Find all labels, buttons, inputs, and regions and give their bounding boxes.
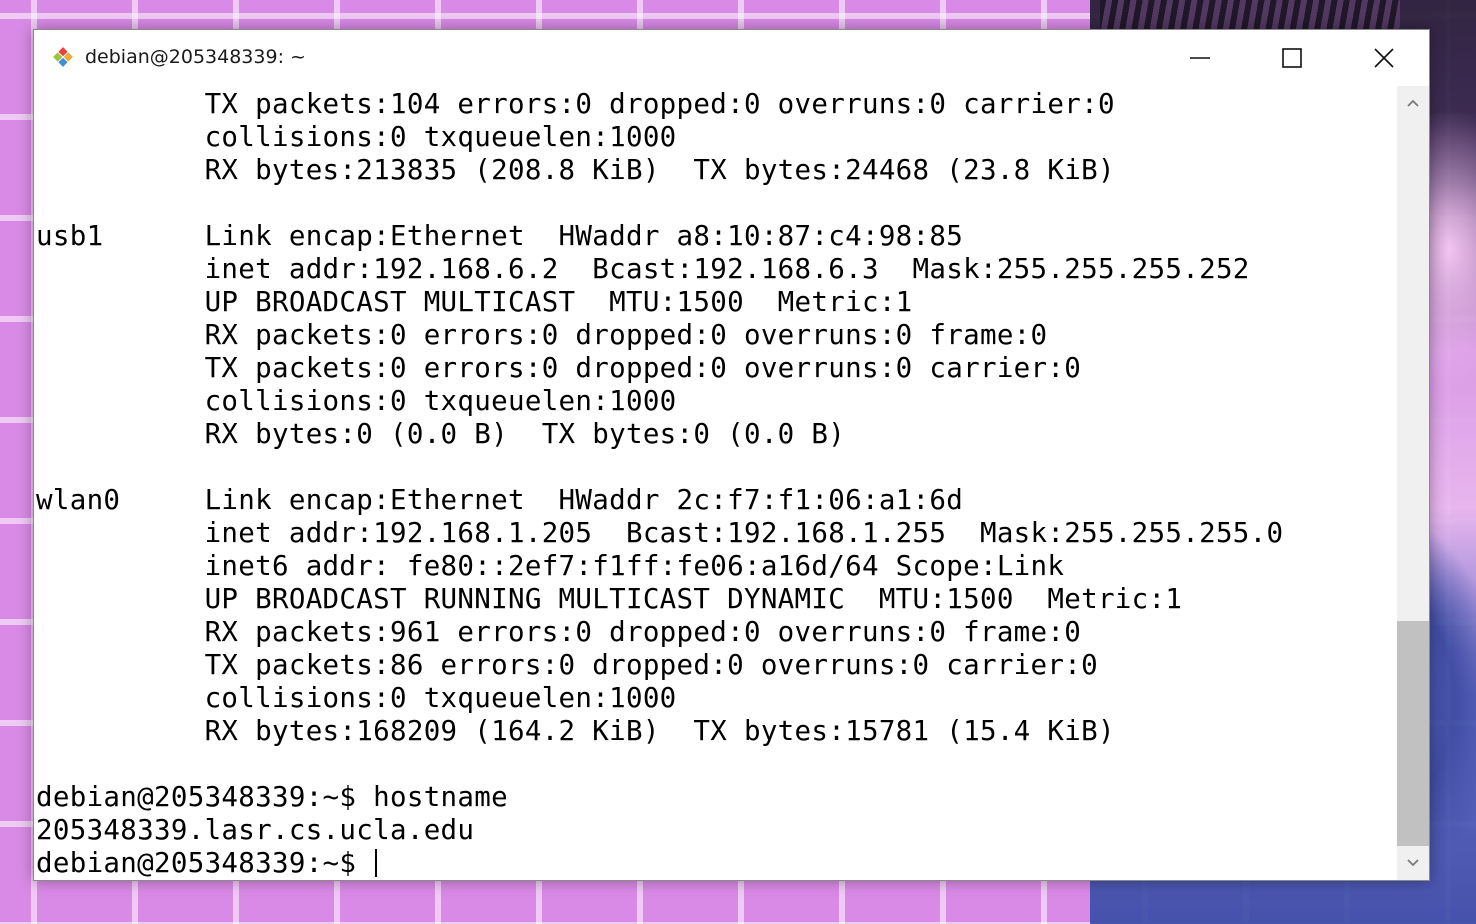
window-title: debian@205348339: ~ [85,46,306,68]
terminal-window[interactable]: debian@205348339: ~ TX packets:104 error… [33,29,1430,881]
minimize-icon [1190,57,1210,59]
terminal-line: collisions:0 txqueuelen:1000 [36,121,677,153]
terminal-line: TX packets:104 errors:0 dropped:0 overru… [36,88,1115,120]
scroll-down-button[interactable] [1397,846,1429,880]
terminal-line: TX packets:0 errors:0 dropped:0 overruns… [36,352,1082,384]
terminal-line: TX packets:86 errors:0 dropped:0 overrun… [36,649,1098,681]
shell-prompt: debian@205348339:~$ [36,847,374,879]
terminal-line: inet addr:192.168.6.2 Bcast:192.168.6.3 … [36,253,1250,285]
close-icon [1374,48,1394,68]
maximize-icon [1282,48,1302,68]
terminal-line: RX bytes:168209 (164.2 KiB) TX bytes:157… [36,715,1115,747]
terminal-line: RX bytes:213835 (208.8 KiB) TX bytes:244… [36,154,1115,186]
chevron-down-icon [1407,859,1419,867]
terminal-line: inet6 addr: fe80::2ef7:f1ff:fe06:a16d/64… [36,550,1065,582]
scroll-up-button[interactable] [1397,86,1429,120]
terminal-line: collisions:0 txqueuelen:1000 [36,682,677,714]
desktop-wallpaper-hair [1100,0,1400,30]
terminal-line: inet addr:192.168.1.205 Bcast:192.168.1.… [36,517,1284,549]
scrollbar-thumb[interactable] [1397,621,1429,846]
terminal-lines: TX packets:104 errors:0 dropped:0 overru… [36,88,1283,880]
terminal-line: wlan0 Link encap:Ethernet HWaddr 2c:f7:f… [36,484,964,516]
chevron-up-icon [1407,99,1419,107]
terminal-line: UP BROADCAST RUNNING MULTICAST DYNAMIC M… [36,583,1183,615]
terminal-line: 205348339.lasr.cs.ucla.edu [36,814,475,846]
text-cursor [375,849,378,877]
minimize-button[interactable] [1154,30,1246,86]
terminal-line: RX packets:0 errors:0 dropped:0 overruns… [36,319,1048,351]
close-button[interactable] [1338,30,1430,86]
terminal-line: UP BROADCAST MULTICAST MTU:1500 Metric:1 [36,286,913,318]
terminal-line: usb1 Link encap:Ethernet HWaddr a8:10:87… [36,220,964,252]
terminal-line: RX packets:961 errors:0 dropped:0 overru… [36,616,1082,648]
terminal-output[interactable]: TX packets:104 errors:0 dropped:0 overru… [34,86,1397,880]
terminal-line: collisions:0 txqueuelen:1000 [36,385,677,417]
vertical-scrollbar[interactable] [1397,86,1429,880]
maximize-button[interactable] [1246,30,1338,86]
title-bar[interactable]: debian@205348339: ~ [34,30,1429,86]
terminal-line: RX bytes:0 (0.0 B) TX bytes:0 (0.0 B) [36,418,846,450]
terminal-line: debian@205348339:~$ hostname [36,781,508,813]
prompt-line[interactable]: debian@205348339:~$ [36,847,1283,880]
git-bash-icon [48,42,78,72]
